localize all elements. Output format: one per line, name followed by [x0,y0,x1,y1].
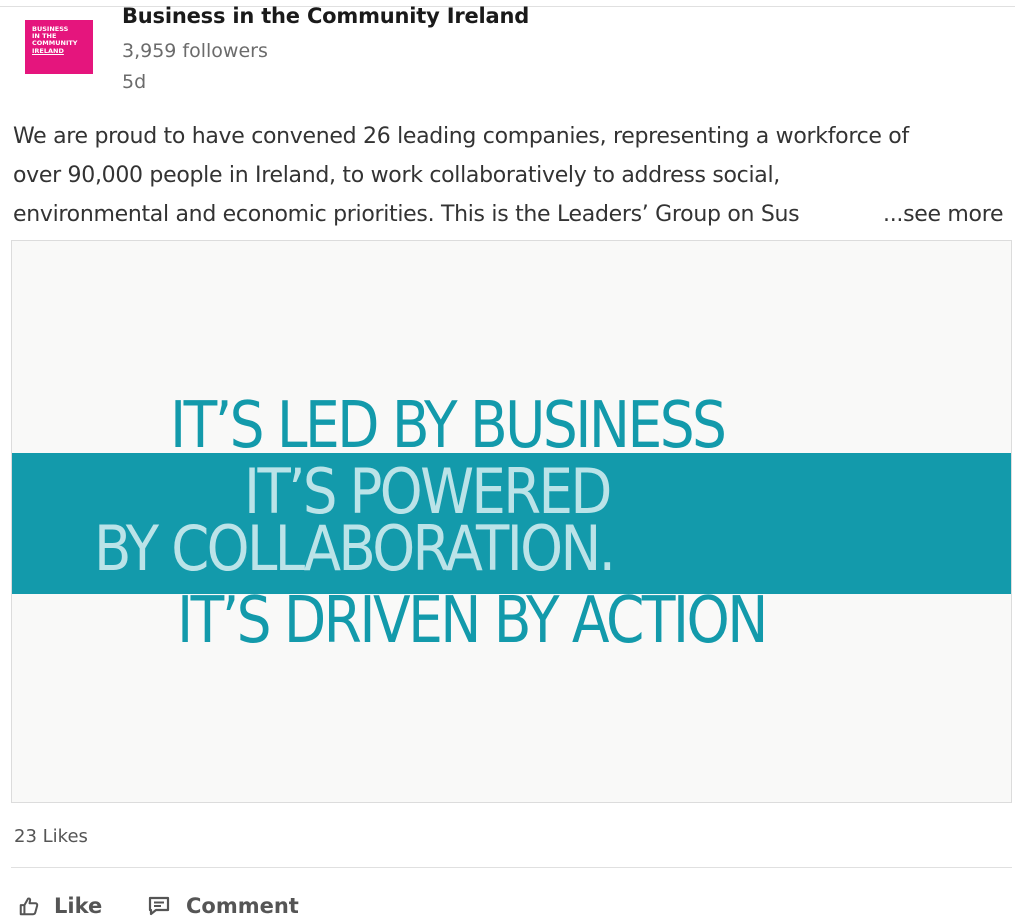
logo-text: IRELAND [32,46,64,55]
like-button[interactable]: Like [18,894,102,918]
company-logo[interactable]: BUSINESS IN THE COMMUNITY IRELAND [25,20,93,74]
author-name[interactable]: Business in the Community Ireland [122,4,529,28]
comment-button[interactable]: Comment [147,894,299,918]
comment-label: Comment [186,894,299,918]
slogan-line: IT’S LED BY BUSINESS [170,389,727,463]
feed-post: BUSINESS IN THE COMMUNITY IRELAND Busine… [0,0,1015,923]
divider [11,867,1012,868]
post-body-line: over 90,000 people in Ireland, to work c… [13,163,780,188]
post-body-line: environmental and economic priorities. T… [13,202,800,227]
follower-count: 3,959 followers [122,40,268,62]
post-body: We are proud to have convened 26 leading… [13,117,1013,234]
comment-icon [147,895,171,917]
likes-count[interactable]: 23 Likes [14,826,88,847]
see-more-link[interactable]: ...see more [883,195,1004,234]
slogan-line: BY COLLABORATION. [94,512,616,585]
post-body-line: We are proud to have convened 26 leading… [13,124,909,149]
post-age: 5d [122,71,147,93]
post-image[interactable]: IT’S LED BY BUSINESS IT’S POWERED BY COL… [11,240,1012,803]
like-label: Like [54,894,103,918]
post-body-line-truncated: environmental and economic priorities. T… [13,195,1013,234]
thumbs-up-icon [18,895,40,917]
slogan-line: IT’S DRIVEN BY ACTION [177,584,768,658]
